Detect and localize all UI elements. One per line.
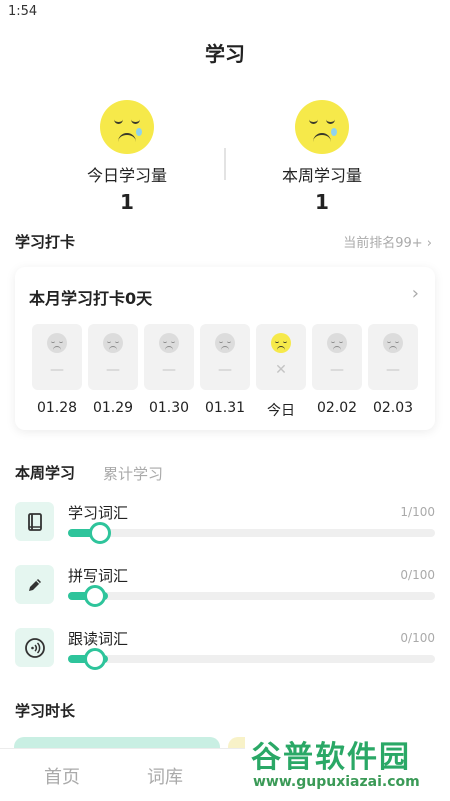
checkin-day: — 01.28 <box>32 324 82 416</box>
day-mark: — <box>330 362 344 378</box>
progress-count: 1/100 <box>400 505 435 519</box>
checkin-day-today: ✕ 今日 <box>256 324 306 420</box>
page-title: 学习 <box>205 42 245 66</box>
book-icon <box>15 502 54 541</box>
day-mark: — <box>218 362 232 378</box>
checkin-section-title: 学习打卡 <box>15 233 76 251</box>
tab-week-study[interactable]: 本周学习 <box>15 462 75 483</box>
face-icon <box>159 333 179 353</box>
watermark-title: 谷普软件园 <box>251 740 411 775</box>
checkin-day: — 01.30 <box>144 324 194 416</box>
progress-row-spell: 拼写词汇 0/100 <box>15 565 435 607</box>
sound-icon <box>15 628 54 667</box>
checkin-card-title: 本月学习打卡0天 <box>29 289 153 308</box>
day-label: 02.02 <box>316 400 358 416</box>
status-bar: 1:54 <box>0 0 450 24</box>
week-stat: 本周学习量 1 <box>222 100 422 214</box>
nav-home[interactable]: 首页 <box>44 763 80 789</box>
progress-row-learn: 学习词汇 1/100 <box>15 502 435 544</box>
face-icon <box>103 333 123 353</box>
day-label: 01.29 <box>92 400 134 416</box>
face-icon <box>215 333 235 353</box>
progress-knob <box>84 648 106 670</box>
watermark-url: www.gupuxiazai.com <box>253 774 420 790</box>
face-icon <box>383 333 403 353</box>
checkin-day: — 01.31 <box>200 324 250 416</box>
chevron-right-icon[interactable]: › <box>412 283 419 304</box>
day-label: 01.30 <box>148 400 190 416</box>
progress-knob <box>89 522 111 544</box>
progress-count: 0/100 <box>400 631 435 645</box>
sad-face-icon <box>295 100 349 154</box>
pencil-icon <box>15 565 54 604</box>
checkin-card[interactable]: 本月学习打卡0天 › — 01.28 — 01.29 — 01.30 — 01.… <box>15 267 435 430</box>
checkin-day: — 01.29 <box>88 324 138 416</box>
day-label: 01.28 <box>36 400 78 416</box>
checkin-day: — 02.02 <box>312 324 362 416</box>
day-mark: — <box>386 362 400 378</box>
progress-bar <box>68 648 435 670</box>
day-mark: ✕ <box>275 362 287 378</box>
duration-section-title: 学习时长 <box>15 702 76 720</box>
progress-label: 学习词汇 <box>68 504 129 522</box>
day-mark: — <box>162 362 176 378</box>
week-stat-label: 本周学习量 <box>281 166 362 185</box>
tab-total-study[interactable]: 累计学习 <box>103 463 163 484</box>
day-label: 02.03 <box>372 400 414 416</box>
progress-count: 0/100 <box>400 568 435 582</box>
face-icon <box>327 333 347 353</box>
day-label: 今日 <box>267 403 295 419</box>
week-stat-value: 1 <box>315 190 329 214</box>
nav-library[interactable]: 词库 <box>147 763 183 789</box>
progress-knob <box>84 585 106 607</box>
status-time: 1:54 <box>8 4 38 19</box>
progress-row-read: 跟读词汇 0/100 <box>15 628 435 670</box>
progress-bar <box>68 522 435 544</box>
rank-link[interactable]: 当前排名99+ › <box>343 232 432 251</box>
progress-label: 跟读词汇 <box>68 630 129 648</box>
day-mark: — <box>106 362 120 378</box>
today-stat-value: 1 <box>120 190 134 214</box>
progress-bar <box>68 585 435 607</box>
today-stat: 今日学习量 1 <box>27 100 227 214</box>
checkin-day: — 02.03 <box>368 324 418 416</box>
today-stat-label: 今日学习量 <box>86 166 167 185</box>
face-icon <box>47 333 67 353</box>
watermark: 谷普软件园 www.gupuxiazai.com <box>245 728 450 800</box>
progress-label: 拼写词汇 <box>68 567 129 585</box>
sad-face-icon <box>100 100 154 154</box>
day-label: 01.31 <box>204 400 246 416</box>
day-mark: — <box>50 362 64 378</box>
sad-face-icon <box>271 333 291 353</box>
